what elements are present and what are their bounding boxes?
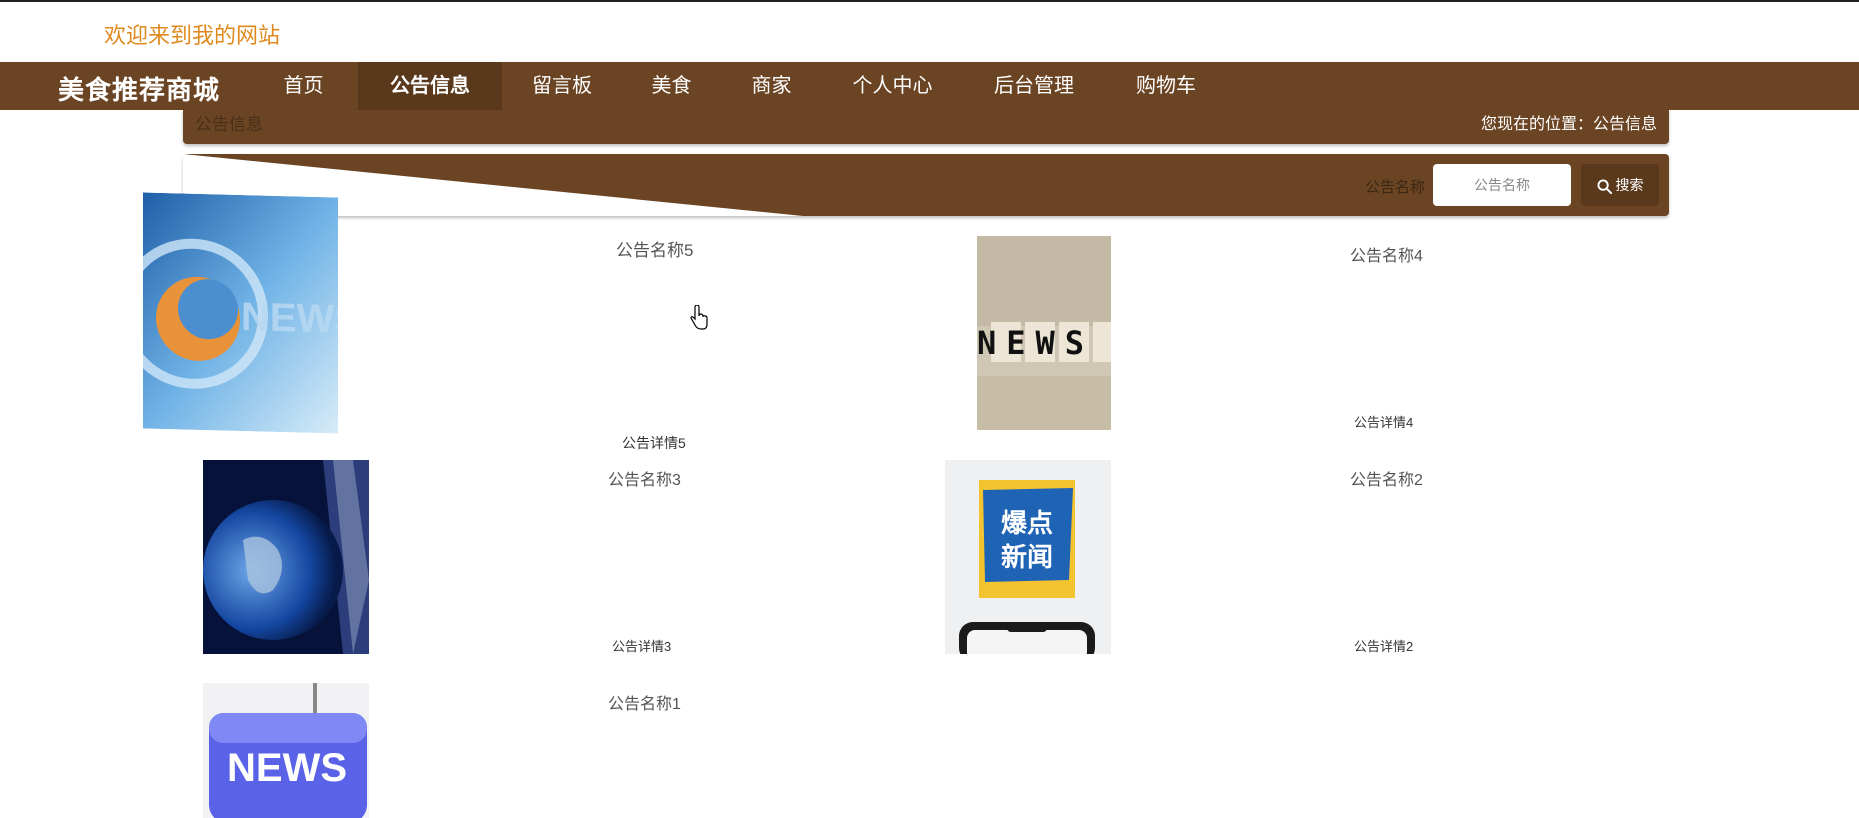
notice-image-text-5: NEWS	[241, 295, 338, 342]
notice-detail-2[interactable]: 公告详情2	[1354, 636, 1413, 655]
notice-title-1[interactable]: 公告名称1	[608, 690, 681, 714]
nav-item-message-board[interactable]: 留言板	[522, 62, 602, 110]
search-button-label: 搜索	[1615, 177, 1644, 193]
search-label: 公告名称	[1364, 179, 1425, 196]
notice-detail-4[interactable]: 公告详情4	[1354, 412, 1413, 431]
search-input[interactable]	[1433, 164, 1571, 206]
hand-cursor-icon	[690, 305, 708, 330]
notice-image-2[interactable]: 爆点 新闻	[945, 460, 1111, 654]
notice-title-3[interactable]: 公告名称3	[608, 466, 681, 490]
nav-item-personal-center[interactable]: 个人中心	[840, 62, 945, 110]
nav-item-home[interactable]: 首页	[266, 62, 341, 110]
nav-item-food[interactable]: 美食	[634, 62, 709, 110]
notice-title-4[interactable]: 公告名称4	[1350, 242, 1423, 266]
notice-image-text-4: NEWS	[977, 324, 1094, 362]
nav-item-notices[interactable]: 公告信息	[358, 62, 502, 110]
notice-image-1[interactable]: NEWS	[203, 683, 369, 818]
notice-title-5[interactable]: 公告名称5	[616, 236, 693, 261]
notice-image-text-1: NEWS	[227, 746, 347, 790]
site-brand[interactable]: 美食推荐商城	[58, 70, 220, 107]
notice-image-4[interactable]: NEWS	[977, 236, 1111, 430]
notice-image-text-2: 爆点	[1001, 508, 1053, 539]
notice-image-3[interactable]	[203, 460, 369, 654]
nav-item-cart[interactable]: 购物车	[1126, 62, 1206, 110]
svg-text:新闻: 新闻	[1001, 542, 1053, 573]
notice-detail-3[interactable]: 公告详情3	[612, 636, 671, 655]
notice-detail-5[interactable]: 公告详情5	[622, 433, 686, 453]
breadcrumb: 公告信息 您现在的位置：公告信息	[183, 110, 1669, 144]
nav-item-admin[interactable]: 后台管理	[984, 62, 1084, 110]
notice-image-5[interactable]: NEWS	[143, 192, 338, 434]
breadcrumb-location: 您现在的位置：公告信息	[1480, 116, 1657, 133]
welcome-text: 欢迎来到我的网站	[104, 23, 281, 48]
nav-item-merchants[interactable]: 商家	[734, 62, 809, 110]
search-icon	[1596, 179, 1612, 194]
search-button[interactable]: 搜索	[1581, 164, 1659, 206]
notice-title-2[interactable]: 公告名称2	[1350, 466, 1423, 490]
main-navbar: 美食推荐商城 首页 公告信息 留言板 美食 商家 个人中心 后台管理 购物车	[0, 62, 1859, 110]
breadcrumb-section: 公告信息	[195, 115, 263, 134]
